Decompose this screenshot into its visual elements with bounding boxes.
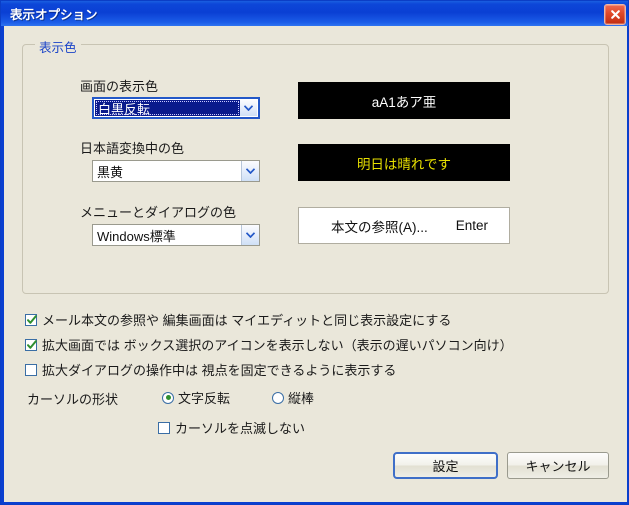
radio-label-vertical-bar: 縦棒 — [288, 391, 315, 406]
ok-button[interactable]: 設定 — [393, 452, 498, 479]
title-bar[interactable]: 表示オプション — [1, 1, 628, 26]
ok-button-label: 設定 — [432, 459, 459, 474]
screen-color-combobox[interactable]: 白黒反転 — [92, 97, 260, 119]
checkbox-unchecked-icon[interactable] — [25, 363, 37, 376]
chevron-down-icon[interactable] — [240, 100, 257, 116]
radio-row-vertical-bar[interactable]: 縦棒 — [272, 388, 314, 407]
window-title: 表示オプション — [10, 8, 98, 22]
ime-color-preview-text: 明日は晴れです — [356, 156, 452, 172]
menu-preview-accelerator: Enter — [455, 218, 489, 233]
menu-color-combobox[interactable]: Windows標準 — [92, 224, 260, 246]
menu-color-preview: 本文の参照(A)... Enter — [298, 207, 510, 244]
checkbox-label-same-display-settings: メール本文の参照や 編集画面は マイエディットと同じ表示設定にする — [42, 313, 452, 328]
menu-color-value: Windows標準 — [97, 228, 176, 244]
checkbox-label-no-blink: カーソルを点滅しない — [175, 421, 306, 436]
cursor-shape-label: カーソルの形状 — [27, 392, 119, 407]
ime-color-label: 日本語変換中の色 — [80, 141, 185, 156]
radio-row-inverted-text[interactable]: 文字反転 — [162, 388, 230, 407]
screen-color-value: 白黒反転 — [95, 100, 240, 116]
checkbox-row-no-blink[interactable]: カーソルを点滅しない — [158, 418, 305, 437]
close-icon[interactable] — [604, 4, 626, 25]
screen-color-preview: aA1あア亜 — [298, 82, 510, 119]
checkbox-checked-icon[interactable] — [25, 313, 37, 326]
menu-preview-item-label: 本文の参照(A)... — [331, 219, 428, 235]
menu-preview-row: 本文の参照(A)... Enter — [299, 216, 488, 236]
checkbox-row-hide-box-icons[interactable]: 拡大画面では ボックス選択のアイコンを表示しない（表示の遅いパソコン向け） — [25, 335, 513, 354]
checkbox-unchecked-icon[interactable] — [158, 421, 170, 434]
radio-label-inverted-text: 文字反転 — [178, 391, 231, 406]
cancel-button[interactable]: キャンセル — [507, 452, 609, 479]
checkbox-row-same-display-settings[interactable]: メール本文の参照や 編集画面は マイエディットと同じ表示設定にする — [25, 310, 451, 329]
checkbox-label-hide-box-icons: 拡大画面では ボックス選択のアイコンを表示しない（表示の遅いパソコン向け） — [42, 338, 513, 353]
chevron-down-icon[interactable] — [241, 225, 259, 245]
radio-unselected-icon[interactable] — [272, 391, 284, 404]
screen-color-label: 画面の表示色 — [80, 79, 159, 94]
chevron-down-icon[interactable] — [241, 161, 259, 181]
ime-color-value: 黒黄 — [97, 164, 124, 180]
display-options-dialog: 表示オプション 表示色 画面の表示色 白黒反転 aA1あア亜 日本語変換中の色 — [0, 0, 629, 505]
menu-color-label: メニューとダイアログの色 — [80, 205, 237, 220]
screen-color-preview-text: aA1あア亜 — [371, 94, 437, 110]
cancel-button-label: キャンセル — [525, 459, 591, 474]
radio-selected-icon[interactable] — [162, 391, 174, 404]
ime-color-combobox[interactable]: 黒黄 — [92, 160, 260, 182]
checkbox-row-fixed-viewpoint[interactable]: 拡大ダイアログの操作中は 視点を固定できるように表示する — [25, 360, 396, 379]
dialog-client-area: 表示色 画面の表示色 白黒反転 aA1あア亜 日本語変換中の色 黒黄 明日は晴れ… — [4, 26, 627, 502]
display-color-groupbox-legend: 表示色 — [35, 37, 81, 56]
checkbox-label-fixed-viewpoint: 拡大ダイアログの操作中は 視点を固定できるように表示する — [42, 363, 397, 378]
checkbox-checked-icon[interactable] — [25, 338, 37, 351]
ime-color-preview: 明日は晴れです — [298, 144, 510, 181]
